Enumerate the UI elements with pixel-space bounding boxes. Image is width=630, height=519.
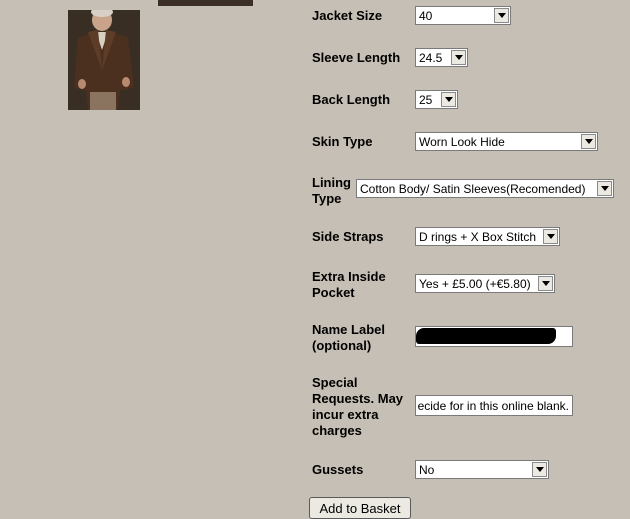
skin-type-value: Worn Look Hide — [419, 134, 505, 149]
back-length-value: 25 — [419, 92, 433, 107]
lining-type-label-line1: Lining — [312, 175, 351, 190]
lining-type-label-line2: Type — [312, 191, 342, 206]
extra-inside-pocket-label-line2: Pocket — [312, 285, 355, 300]
gussets-select[interactable]: No — [415, 460, 549, 479]
special-requests-input-value: ecide for in this online blank. — [417, 398, 569, 413]
lining-type-select[interactable]: Cotton Body/ Satin Sleeves(Recomended) — [356, 179, 614, 198]
special-requests-label-line1: Special — [312, 375, 358, 390]
skin-type-label: Skin Type — [312, 134, 373, 149]
chevron-down-icon[interactable] — [451, 50, 466, 65]
name-label-label: Name Label (optional) — [312, 322, 385, 354]
jacket-size-select[interactable]: 40 — [415, 6, 511, 25]
lining-type-label: Lining Type — [312, 175, 351, 207]
chevron-down-icon[interactable] — [543, 229, 558, 244]
jacket-photo-image — [68, 10, 140, 110]
sleeve-length-label: Sleeve Length — [312, 50, 401, 65]
skin-type-select[interactable]: Worn Look Hide — [415, 132, 598, 151]
extra-inside-pocket-label: Extra Inside Pocket — [312, 269, 386, 301]
lining-type-value: Cotton Body/ Satin Sleeves(Recomended) — [360, 181, 586, 196]
special-requests-label: Special Requests. May incur extra charge… — [312, 375, 403, 439]
side-straps-select[interactable]: D rings + X Box Stitch — [415, 227, 560, 246]
side-straps-label: Side Straps — [312, 229, 384, 244]
chevron-down-icon[interactable] — [597, 181, 612, 196]
chevron-down-icon[interactable] — [532, 462, 547, 477]
extra-inside-pocket-value: Yes + £5.00 (+€5.80) — [419, 276, 531, 291]
jacket-size-value: 40 — [419, 8, 433, 23]
extra-inside-pocket-label-line1: Extra Inside — [312, 269, 386, 284]
gussets-value: No — [419, 462, 435, 477]
jacket-size-label: Jacket Size — [312, 8, 383, 23]
gussets-label: Gussets — [312, 462, 364, 477]
chevron-down-icon[interactable] — [494, 8, 509, 23]
chevron-down-icon[interactable] — [581, 134, 596, 149]
sleeve-length-value: 24.5 — [419, 50, 443, 65]
special-requests-label-line4: charges — [312, 423, 362, 438]
special-requests-label-line3: incur extra — [312, 407, 379, 422]
side-straps-value: D rings + X Box Stitch — [419, 229, 537, 244]
jacket-photo[interactable] — [68, 10, 140, 110]
jacket-photo-top-crop — [158, 0, 253, 6]
chevron-down-icon[interactable] — [538, 276, 553, 291]
add-to-basket-button[interactable]: Add to Basket — [309, 497, 411, 519]
back-length-label: Back Length — [312, 92, 391, 107]
special-requests-input[interactable]: ecide for in this online blank. — [415, 395, 573, 416]
name-label-label-line2: (optional) — [312, 338, 372, 353]
sleeve-length-select[interactable]: 24.5 — [415, 48, 468, 67]
name-label-label-line1: Name Label — [312, 322, 385, 337]
back-length-select[interactable]: 25 — [415, 90, 458, 109]
special-requests-label-line2: Requests. May — [312, 391, 404, 406]
redaction-mark — [416, 328, 556, 344]
extra-inside-pocket-select[interactable]: Yes + £5.00 (+€5.80) — [415, 274, 555, 293]
chevron-down-icon[interactable] — [441, 92, 456, 107]
